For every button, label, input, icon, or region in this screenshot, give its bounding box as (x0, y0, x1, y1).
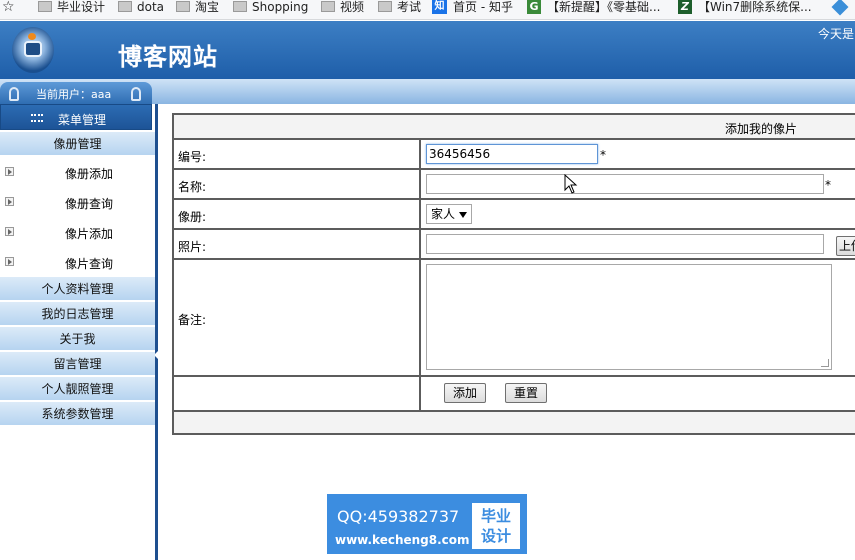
current-user-bar: 当前用户：aaa (0, 82, 152, 104)
folder-icon (118, 1, 132, 12)
menu-head-label: 菜单管理 (58, 113, 107, 127)
site-title: 博客网站 (118, 42, 218, 71)
star-icon[interactable]: ☆ (2, 0, 15, 19)
bookmark-item[interactable]: G 【新提醒】《零基础... (527, 0, 661, 19)
notes-textarea[interactable] (426, 264, 832, 370)
bookmark-item[interactable]: Z 【Win7删除系统保... (678, 0, 812, 19)
sidebar-divider (155, 104, 158, 560)
g-icon: G (527, 0, 541, 14)
form-row-notes: 备注: (174, 260, 855, 377)
bookmark-label: Shopping (252, 0, 309, 14)
folder-icon (233, 1, 247, 12)
sidebar-item-label: 像片查询 (65, 257, 114, 271)
name-label: 名称: (178, 180, 207, 194)
id-input[interactable]: 36456456 (426, 144, 598, 164)
bookmark-label: dota (137, 0, 165, 14)
sidebar-item-photo-add[interactable]: 像片添加 (0, 217, 155, 247)
site-header: 博客网站 今天是 (0, 21, 855, 79)
sidebar-category-messages[interactable]: 留言管理 (0, 352, 155, 376)
form-row-photo: 照片: 上传 (174, 230, 855, 260)
sidebar-item-album-add[interactable]: 像册添加 (0, 157, 155, 187)
sidebar-item-label: 像册查询 (65, 197, 114, 211)
watermark-badge-line: 设计 (480, 527, 511, 545)
bookmark-item[interactable]: dota (118, 0, 165, 19)
watermark-badge-line: 毕业 (480, 507, 511, 525)
expand-arrow-icon (5, 197, 14, 206)
album-selected-value: 家人 (431, 207, 456, 221)
grid-icon (31, 114, 43, 122)
chevron-down-icon (459, 211, 468, 218)
bookmark-item[interactable]: 视频 (321, 0, 365, 19)
bookmark-label: 首页 - 知乎 (453, 0, 513, 14)
id-label: 编号: (178, 150, 207, 164)
add-photo-form: 添加我的像片 编号: 36456456 * 名称: * 像册: 家人 照片: 上… (172, 113, 855, 435)
bookmark-label: 淘宝 (195, 0, 220, 14)
form-row-album: 像册: 家人 (174, 200, 855, 230)
folder-icon (378, 1, 392, 12)
upload-button[interactable]: 上传 (836, 236, 855, 256)
bookmark-item[interactable]: 毕业设计 (38, 0, 106, 19)
sidebar-category-journal[interactable]: 我的日志管理 (0, 302, 155, 326)
form-title-row: 添加我的像片 (174, 115, 855, 140)
photo-label: 照片: (178, 240, 207, 254)
bookmark-item[interactable]: Shopping (233, 0, 309, 19)
bookmarks-bar: ☆ 毕业设计 dota 淘宝 Shopping 视频 考试 知首页 - 知乎 G… (0, 0, 855, 20)
reset-button[interactable]: 重置 (505, 383, 547, 403)
sidebar-category-photos[interactable]: 个人靓照管理 (0, 377, 155, 401)
bookmark-label: 毕业设计 (57, 0, 106, 14)
form-row-name: 名称: * (174, 170, 855, 200)
sidebar-item-photo-query[interactable]: 像片查询 (0, 247, 155, 277)
menu-head: 菜单管理 (0, 104, 152, 130)
logo-icon (12, 27, 54, 73)
sidebar-item-label: 像片添加 (65, 227, 114, 241)
expand-arrow-icon (5, 167, 14, 176)
folder-icon (321, 1, 335, 12)
album-label: 像册: (178, 210, 207, 224)
extension-icon[interactable] (831, 0, 849, 19)
notes-label: 备注: (178, 313, 207, 327)
resize-grip-icon[interactable] (821, 359, 829, 367)
watermark-url: www.kecheng8.com (335, 533, 470, 547)
sidebar-category-album[interactable]: 像册管理 (0, 132, 155, 156)
bookmark-label: 考试 (397, 0, 422, 14)
name-input[interactable] (426, 174, 824, 194)
zhihu-icon: 知 (432, 0, 447, 14)
form-row-buttons: 添加 重置 (174, 377, 855, 412)
sidebar-item-label: 像册添加 (65, 167, 114, 181)
folder-icon (176, 1, 190, 12)
bookmark-label: 【Win7删除系统保... (698, 0, 812, 14)
sidebar-item-album-query[interactable]: 像册查询 (0, 187, 155, 217)
bookmark-item[interactable]: 知首页 - 知乎 (432, 0, 513, 19)
sidebar-category-profile[interactable]: 个人资料管理 (0, 277, 155, 301)
bookmark-item[interactable]: 淘宝 (176, 0, 220, 19)
bookmark-label: 视频 (340, 0, 365, 14)
watermark-qq: QQ:459382737 (337, 507, 460, 526)
add-button[interactable]: 添加 (444, 383, 486, 403)
z-icon: Z (678, 0, 692, 14)
sidebar-category-system[interactable]: 系统参数管理 (0, 402, 155, 426)
required-mark: * (600, 148, 606, 162)
watermark-badge: 毕业 设计 (472, 503, 520, 549)
expand-arrow-icon (5, 227, 14, 236)
pin-icon (9, 87, 19, 101)
album-select[interactable]: 家人 (426, 204, 473, 224)
sidebar-category-about[interactable]: 关于我 (0, 327, 155, 351)
current-user-label: 当前用户：aaa (36, 88, 112, 101)
expand-arrow-icon (5, 257, 14, 266)
form-title: 添加我的像片 (725, 122, 798, 136)
today-text: 今天是 (818, 27, 855, 41)
folder-icon (38, 1, 52, 12)
bookmark-label: 【新提醒】《零基础... (547, 0, 661, 14)
mouse-cursor-icon (564, 174, 578, 194)
form-footer-row (174, 412, 855, 433)
watermark: QQ:459382737 www.kecheng8.com 毕业 设计 (327, 494, 527, 554)
bookmark-item[interactable]: 考试 (378, 0, 422, 19)
pin-icon (131, 87, 141, 101)
required-mark: * (825, 178, 831, 192)
form-row-id: 编号: 36456456 * (174, 140, 855, 170)
photo-input[interactable] (426, 234, 824, 254)
